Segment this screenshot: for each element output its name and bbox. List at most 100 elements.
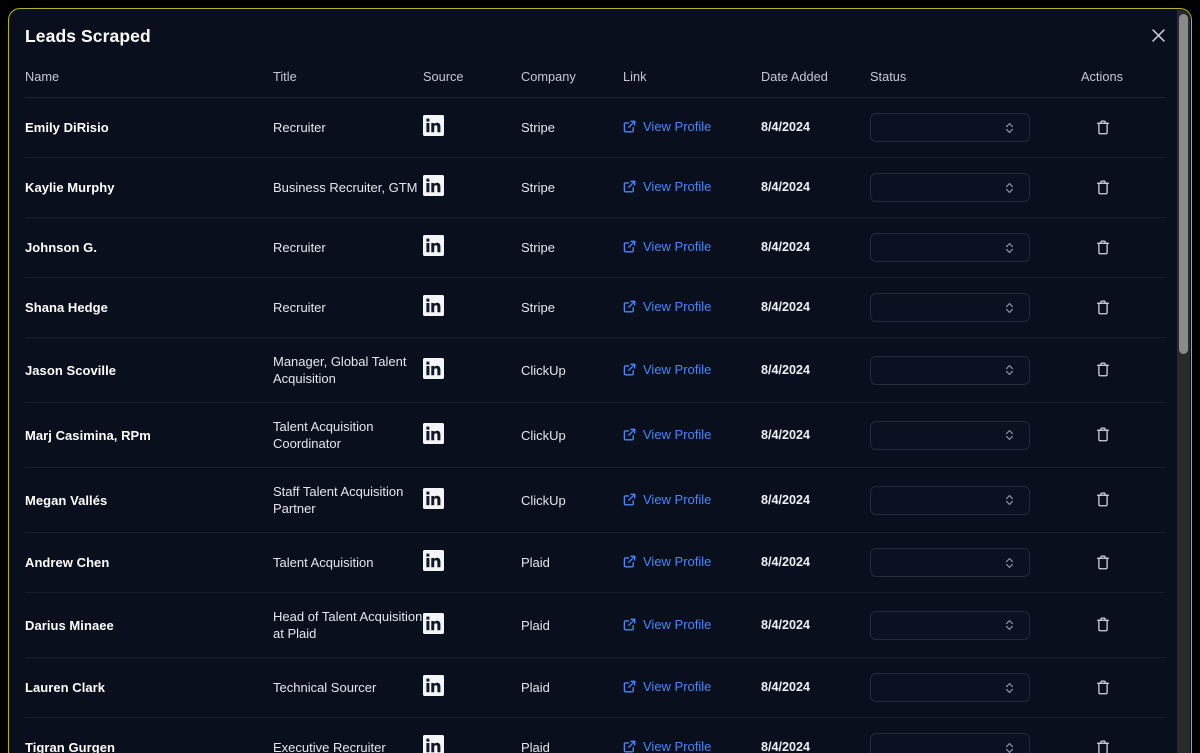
- table-body: Emily DiRisio Recruiter Stripe View Profile…: [25, 97, 1165, 753]
- cell-status: [870, 657, 1081, 718]
- cell-actions: [1081, 337, 1165, 403]
- chevron-updown-icon: [1005, 681, 1014, 694]
- view-profile-link[interactable]: View Profile: [623, 238, 711, 255]
- cell-date: 8/4/2024: [761, 157, 870, 218]
- cell-status: [870, 337, 1081, 403]
- status-select[interactable]: [870, 355, 1030, 385]
- modal-scroll-area: Leads Scraped Name Title Source Company …: [9, 9, 1191, 753]
- column-header-actions: Actions: [1081, 69, 1165, 98]
- cell-company: Stripe: [521, 217, 623, 278]
- trash-icon[interactable]: [1092, 676, 1114, 698]
- external-link-icon: [623, 240, 636, 253]
- view-profile-link[interactable]: View Profile: [623, 118, 711, 135]
- table-row: Megan Vallés Staff Talent Acquisition Par…: [25, 467, 1165, 533]
- trash-icon[interactable]: [1092, 736, 1114, 753]
- status-select[interactable]: [870, 233, 1030, 262]
- view-profile-link[interactable]: View Profile: [623, 553, 711, 570]
- external-link-icon: [623, 120, 636, 133]
- view-profile-link[interactable]: View Profile: [623, 491, 711, 508]
- view-profile-link[interactable]: View Profile: [623, 738, 711, 753]
- linkedin-icon: [423, 357, 444, 379]
- cell-status: [870, 717, 1081, 753]
- cell-link: View Profile: [623, 217, 761, 278]
- view-profile-label: View Profile: [643, 299, 712, 314]
- cell-link: View Profile: [623, 532, 761, 593]
- trash-icon[interactable]: [1092, 296, 1114, 318]
- linkedin-icon: [423, 550, 444, 571]
- external-link-icon: [623, 180, 636, 193]
- view-profile-label: View Profile: [643, 239, 712, 254]
- cell-name: Jason Scoville: [25, 337, 273, 403]
- scrollbar-thumb[interactable]: [1179, 14, 1188, 354]
- chevron-updown-icon: [1005, 619, 1014, 632]
- view-profile-label: View Profile: [643, 739, 712, 753]
- cell-link: View Profile: [623, 402, 761, 468]
- cell-name: Tigran Gurgen: [25, 717, 273, 753]
- trash-icon[interactable]: [1092, 551, 1114, 573]
- external-link-icon: [623, 740, 636, 753]
- cell-title: Executive Recruiter: [273, 717, 423, 753]
- cell-name: Johnson G.: [25, 217, 273, 278]
- trash-icon[interactable]: [1092, 236, 1114, 258]
- status-select[interactable]: [870, 673, 1030, 702]
- linkedin-icon: [423, 295, 444, 316]
- cell-date: 8/4/2024: [761, 532, 870, 593]
- status-select[interactable]: [870, 420, 1030, 450]
- chevron-updown-icon: [1005, 241, 1014, 254]
- view-profile-link[interactable]: View Profile: [623, 616, 711, 633]
- linkedin-icon: [423, 235, 444, 256]
- trash-icon[interactable]: [1092, 424, 1114, 446]
- cell-actions: [1081, 467, 1165, 533]
- status-select[interactable]: [870, 485, 1030, 515]
- view-profile-link[interactable]: View Profile: [623, 426, 711, 443]
- external-link-icon: [623, 618, 636, 630]
- view-profile-link[interactable]: View Profile: [623, 361, 711, 378]
- column-header-title: Title: [273, 69, 423, 98]
- cell-name: Marj Casimina, RPm: [25, 402, 273, 468]
- cell-source: [423, 532, 521, 593]
- cell-status: [870, 592, 1081, 658]
- cell-actions: [1081, 657, 1165, 718]
- trash-icon[interactable]: [1092, 116, 1114, 138]
- cell-company: Stripe: [521, 157, 623, 218]
- status-select[interactable]: [870, 610, 1030, 640]
- column-header-status: Status: [870, 69, 1081, 98]
- view-profile-link[interactable]: View Profile: [623, 678, 711, 695]
- chevron-updown-icon: [1005, 494, 1014, 507]
- trash-icon[interactable]: [1092, 489, 1114, 511]
- status-select[interactable]: [870, 548, 1030, 577]
- trash-icon[interactable]: [1092, 359, 1114, 381]
- status-select[interactable]: [870, 113, 1030, 142]
- column-header-date: Date Added: [761, 69, 870, 98]
- vertical-scrollbar[interactable]: [1177, 10, 1190, 753]
- linkedin-icon: [423, 487, 444, 509]
- status-select[interactable]: [870, 733, 1030, 753]
- cell-link: View Profile: [623, 97, 761, 158]
- cell-link: View Profile: [623, 657, 761, 718]
- cell-title: Talent Acquisition Coordinator: [273, 402, 423, 468]
- close-icon[interactable]: [1148, 25, 1169, 46]
- table-row: Emily DiRisio Recruiter Stripe View Profile…: [25, 97, 1165, 158]
- cell-name: Megan Vallés: [25, 467, 273, 533]
- cell-name: Andrew Chen: [25, 532, 273, 593]
- table-row: Tigran Gurgen Executive Recruiter Plaid Vie…: [25, 717, 1165, 753]
- cell-company: Plaid: [521, 657, 623, 718]
- view-profile-link[interactable]: View Profile: [623, 178, 711, 195]
- cell-company: Plaid: [521, 717, 623, 753]
- table-row: Lauren Clark Technical Sourcer Plaid View P…: [25, 657, 1165, 718]
- chevron-updown-icon: [1005, 429, 1014, 442]
- trash-icon[interactable]: [1092, 176, 1114, 198]
- status-select[interactable]: [870, 173, 1030, 202]
- cell-source: [423, 97, 521, 158]
- cell-status: [870, 157, 1081, 218]
- trash-icon[interactable]: [1092, 614, 1114, 636]
- chevron-updown-icon: [1005, 364, 1014, 377]
- external-link-icon: [623, 555, 636, 568]
- status-select[interactable]: [870, 293, 1030, 322]
- cell-title: Staff Talent Acquisition Partner: [273, 467, 423, 533]
- linkedin-icon: [423, 675, 444, 696]
- cell-source: [423, 277, 521, 338]
- view-profile-link[interactable]: View Profile: [623, 298, 711, 315]
- cell-actions: [1081, 402, 1165, 468]
- column-header-name: Name: [25, 69, 273, 98]
